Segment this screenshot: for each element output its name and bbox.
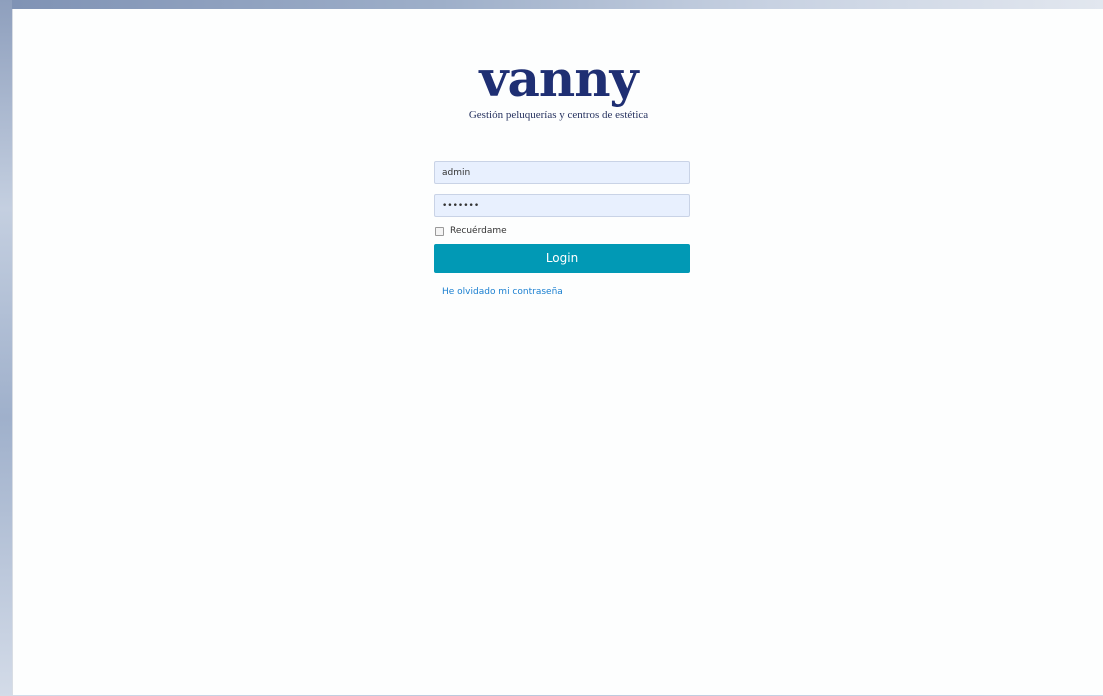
logo-text: vanny (479, 49, 638, 108)
remember-me[interactable]: Recuérdame (434, 225, 690, 237)
forgot-password-link[interactable]: He olvidado mi contraseña (442, 287, 563, 297)
desktop-background-left (0, 0, 12, 696)
username-field[interactable] (434, 161, 690, 184)
remember-me-label: Recuérdame (450, 226, 507, 236)
password-field[interactable] (434, 194, 690, 217)
tagline: Gestión peluquerías y centros de estétic… (468, 109, 649, 121)
logo: vanny (13, 49, 1103, 109)
login-page: vanny Gestión peluquerías y centros de e… (12, 9, 1103, 695)
login-form: Recuérdame Login He olvidado mi contrase… (434, 161, 690, 299)
login-button[interactable]: Login (434, 244, 690, 273)
desktop-background-top (0, 0, 1103, 9)
remember-me-checkbox[interactable] (435, 226, 444, 236)
